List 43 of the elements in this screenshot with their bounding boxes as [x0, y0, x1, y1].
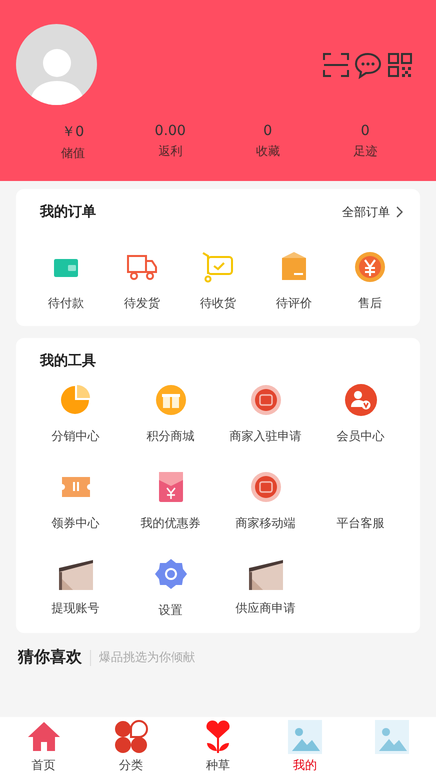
- tab[interactable]: 分类: [87, 717, 174, 775]
- tool-label[interactable]: 商家移动端: [236, 515, 296, 532]
- stat-label: 储值: [60, 145, 85, 162]
- tool-label[interactable]: 我的优惠券: [140, 515, 200, 532]
- stat-value: ￥0: [61, 123, 84, 141]
- tool-label[interactable]: 平台客服: [336, 515, 384, 532]
- tool-label[interactable]: 供应商申请: [236, 600, 296, 617]
- tab[interactable]: 我的: [262, 717, 349, 775]
- tool-label[interactable]: 分销中心: [52, 428, 100, 445]
- order-status-label[interactable]: 待收货: [200, 295, 236, 312]
- stat-label: 收藏: [256, 143, 280, 160]
- order-status-label[interactable]: 待发货: [124, 295, 160, 312]
- card-title: 我的工具: [40, 352, 96, 370]
- chevron-right-icon: [396, 206, 404, 218]
- tool-label[interactable]: 设置: [158, 602, 182, 619]
- stat-value: 0: [263, 123, 272, 139]
- scan-icon[interactable]: [322, 50, 350, 78]
- qr-code-icon[interactable]: [386, 50, 414, 78]
- image-placeholder-icon: [287, 719, 324, 755]
- tab[interactable]: 种草: [174, 717, 262, 775]
- tab[interactable]: 首页: [0, 717, 88, 775]
- chat-icon[interactable]: [354, 50, 382, 78]
- tool-label[interactable]: 积分商城: [146, 428, 194, 445]
- clover-icon: [112, 719, 149, 755]
- tool-label[interactable]: 商家入驻申请: [230, 428, 302, 445]
- order-status-label[interactable]: 待付款: [48, 295, 84, 312]
- stat-value: 0.00: [154, 123, 186, 139]
- all-orders-link[interactable]: 全部订单: [342, 204, 404, 220]
- yen-coin-icon: [352, 249, 388, 285]
- gear-icon: [152, 556, 188, 592]
- stat-value: 0: [360, 123, 370, 139]
- tool-label[interactable]: 提现账号: [52, 600, 100, 617]
- order-status-label[interactable]: 待评价: [276, 295, 312, 312]
- stat-label: 足迹: [353, 143, 378, 160]
- card-title: 我的订单: [40, 203, 96, 221]
- tool-label[interactable]: 领券中心: [52, 515, 100, 532]
- order-status-label[interactable]: 售后: [358, 295, 382, 312]
- image-placeholder-icon: [374, 719, 410, 755]
- section-subtitle: 爆品挑选为你倾献: [99, 649, 195, 666]
- tool-label[interactable]: 会员中心: [336, 428, 384, 445]
- stat-label: 返利: [158, 143, 182, 160]
- member-icon: [342, 382, 378, 418]
- section-title: 猜你喜欢: [18, 647, 82, 668]
